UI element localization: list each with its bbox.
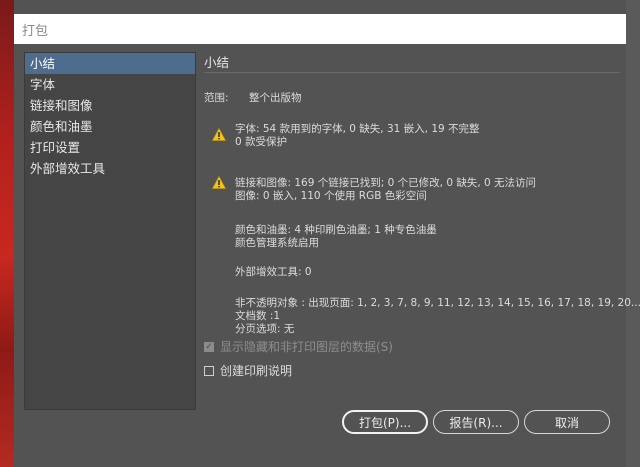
dialog-title: 打包	[22, 23, 49, 39]
background-right	[626, 0, 640, 467]
background-artwork-left	[0, 0, 14, 467]
show-hidden-layers-label: 显示隐藏和非打印图层的数据(S)	[220, 340, 393, 354]
sidebar-item-links-images[interactable]: 链接和图像	[25, 95, 195, 116]
package-button[interactable]: 打包(P)...	[342, 410, 428, 434]
links-summary-line2: 图像: 0 嵌入, 110 个使用 RGB 色彩空间	[235, 190, 427, 202]
show-hidden-layers-checkbox[interactable]: ✓	[204, 341, 214, 352]
package-dialog: 小结 字体 链接和图像 颜色和油墨 打印设置 外部增效工具 小结 范围: 整个出…	[14, 44, 640, 453]
sidebar-item-print-settings[interactable]: 打印设置	[25, 137, 195, 158]
create-instructions-label: 创建印刷说明	[220, 364, 293, 378]
sidebar-item-summary[interactable]: 小结	[25, 53, 195, 74]
transparency-summary-line1: 非不透明对象 : 出现页面: 1, 2, 3, 7, 8, 9, 11, 12,…	[235, 297, 640, 309]
create-instructions-option[interactable]: 创建印刷说明	[204, 362, 292, 379]
cancel-button[interactable]: 取消	[524, 410, 610, 434]
fonts-summary-line1: 字体: 54 款用到的字体, 0 缺失, 31 嵌入, 19 不完整	[235, 123, 480, 135]
report-button[interactable]: 报告(R)...	[433, 410, 519, 434]
plugins-summary: 外部增效工具: 0	[235, 266, 312, 278]
sidebar-item-plugins[interactable]: 外部增效工具	[25, 158, 195, 179]
transparency-summary-line3: 分页选项: 无	[235, 323, 295, 335]
category-sidebar: 小结 字体 链接和图像 颜色和油墨 打印设置 外部增效工具	[24, 52, 196, 410]
section-title: 小结	[204, 55, 230, 70]
warning-icon	[212, 128, 226, 141]
transparency-summary-line2: 文档数 :1	[235, 310, 281, 322]
section-divider	[204, 72, 620, 73]
dialog-title-bar: 打包	[14, 14, 626, 44]
summary-panel: 小结 范围: 整个出版物 字体: 54 款用到的字体, 0 缺失, 31 嵌入,…	[204, 52, 640, 362]
scope-value: 整个出版物	[249, 92, 302, 104]
fonts-summary-line2: 0 款受保护	[235, 136, 288, 148]
sidebar-item-colors-inks[interactable]: 颜色和油墨	[25, 116, 195, 137]
show-hidden-layers-option[interactable]: ✓ 显示隐藏和非打印图层的数据(S)	[204, 338, 393, 355]
create-instructions-checkbox[interactable]	[204, 365, 214, 376]
colors-summary-line1: 颜色和油墨: 4 种印刷色油墨; 1 种专色油墨	[235, 224, 437, 236]
colors-summary-line2: 颜色管理系统启用	[235, 237, 319, 249]
links-summary-line1: 链接和图像: 169 个链接已找到; 0 个已修改, 0 缺失, 0 无法访问	[235, 177, 537, 189]
warning-icon	[212, 176, 226, 189]
sidebar-item-fonts[interactable]: 字体	[25, 74, 195, 95]
scope-label: 范围:	[204, 92, 229, 104]
